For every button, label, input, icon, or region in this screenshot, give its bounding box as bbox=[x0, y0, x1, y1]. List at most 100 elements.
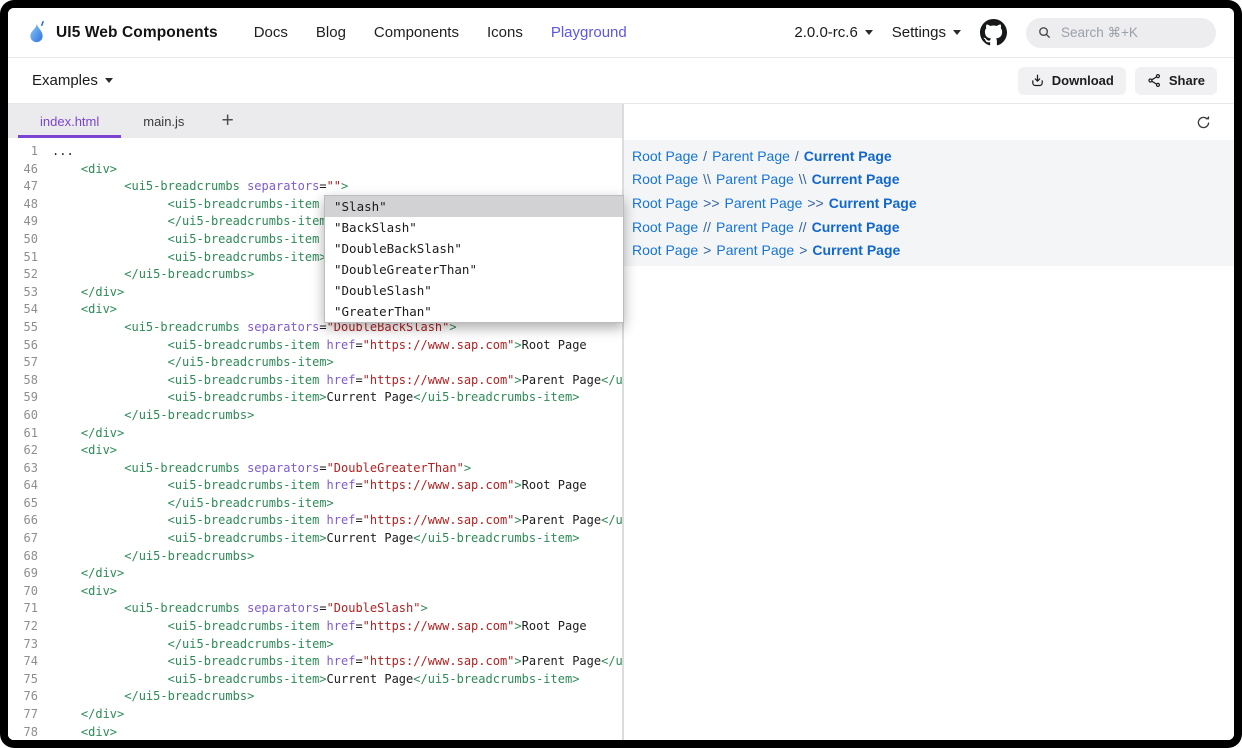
preview-header bbox=[624, 104, 1234, 140]
line-number: 60 bbox=[8, 407, 38, 425]
line-number: 65 bbox=[8, 495, 38, 513]
line-content: <ui5-breadcrumbs-item href="https://www.… bbox=[52, 372, 622, 390]
line-content: <ui5-breadcrumbs-item>Current Page</ui5-… bbox=[52, 671, 622, 689]
autocomplete-item[interactable]: "DoubleGreaterThan" bbox=[325, 259, 623, 280]
breadcrumb-current: Current Page bbox=[812, 242, 900, 258]
autocomplete-item[interactable]: "Slash" bbox=[325, 196, 623, 217]
breadcrumb-link[interactable]: Root Page bbox=[632, 219, 698, 235]
line-number: 50 bbox=[8, 231, 38, 249]
tab-main.js[interactable]: main.js bbox=[121, 104, 206, 138]
breadcrumb-link[interactable]: Root Page bbox=[632, 171, 698, 187]
search-box[interactable] bbox=[1026, 18, 1216, 48]
ui5-flame-logo-icon bbox=[26, 20, 47, 46]
line-content: <ui5-breadcrumbs separators="DoubleSlash… bbox=[52, 600, 622, 618]
breadcrumb-link[interactable]: Parent Page bbox=[716, 219, 794, 235]
brand[interactable]: UI5 Web Components bbox=[26, 20, 218, 46]
editor-tab-bar: index.htmlmain.js+ bbox=[8, 104, 622, 138]
breadcrumb-separator: > bbox=[799, 242, 807, 258]
download-button[interactable]: Download bbox=[1018, 67, 1126, 95]
examples-toolbar: Examples Download bbox=[8, 58, 1234, 104]
line-number: 54 bbox=[8, 301, 38, 319]
code-line: 63 <ui5-breadcrumbs separators="DoubleGr… bbox=[8, 460, 622, 478]
line-number: 58 bbox=[8, 372, 38, 390]
share-button[interactable]: Share bbox=[1135, 67, 1217, 95]
line-number: 62 bbox=[8, 442, 38, 460]
add-tab-button[interactable]: + bbox=[206, 104, 248, 138]
breadcrumb-separator: > bbox=[703, 242, 711, 258]
code-line: 78 <div> bbox=[8, 724, 622, 740]
refresh-button[interactable] bbox=[1193, 112, 1214, 133]
code-line: 75 <ui5-breadcrumbs-item>Current Page</u… bbox=[8, 671, 622, 689]
breadcrumb-row: Root Page//Parent Page//Current Page bbox=[632, 215, 1234, 239]
tab-index.html[interactable]: index.html bbox=[18, 104, 121, 138]
settings-dropdown[interactable]: Settings bbox=[892, 24, 961, 41]
line-number: 72 bbox=[8, 618, 38, 636]
breadcrumb-link[interactable]: Root Page bbox=[632, 195, 698, 211]
nav-link-docs[interactable]: Docs bbox=[254, 24, 288, 41]
code-line: 69 </div> bbox=[8, 565, 622, 583]
line-number: 66 bbox=[8, 512, 38, 530]
line-number: 49 bbox=[8, 213, 38, 231]
code-line: 67 <ui5-breadcrumbs-item>Current Page</u… bbox=[8, 530, 622, 548]
breadcrumb-link[interactable]: Root Page bbox=[632, 148, 698, 164]
brand-title: UI5 Web Components bbox=[56, 24, 218, 42]
code-line: 47 <ui5-breadcrumbs separators=""> bbox=[8, 178, 622, 196]
line-content: ... bbox=[52, 143, 622, 161]
line-content: <div> bbox=[52, 583, 622, 601]
code-line: 66 <ui5-breadcrumbs-item href="https://w… bbox=[8, 512, 622, 530]
breadcrumb-link[interactable]: Parent Page bbox=[716, 171, 794, 187]
breadcrumb-link[interactable]: Parent Page bbox=[712, 148, 790, 164]
code-line: 61 </div> bbox=[8, 425, 622, 443]
breadcrumb-current: Current Page bbox=[812, 171, 900, 187]
line-content: <ui5-breadcrumbs separators=""> bbox=[52, 178, 622, 196]
nav-link-components[interactable]: Components bbox=[374, 24, 459, 41]
breadcrumb-separator: \\ bbox=[703, 171, 711, 187]
line-number: 63 bbox=[8, 460, 38, 478]
line-content: </ui5-breadcrumbs-item> bbox=[52, 636, 622, 654]
code-line: 72 <ui5-breadcrumbs-item href="https://w… bbox=[8, 618, 622, 636]
line-number: 52 bbox=[8, 266, 38, 284]
split-view: index.htmlmain.js+ 1...46 <div>47 <ui5-b… bbox=[8, 104, 1234, 740]
code-line: 74 <ui5-breadcrumbs-item href="https://w… bbox=[8, 653, 622, 671]
toolbar-actions: Download Share bbox=[1018, 67, 1217, 95]
version-dropdown[interactable]: 2.0.0-rc.6 bbox=[794, 24, 872, 41]
examples-dropdown[interactable]: Examples bbox=[32, 72, 113, 89]
autocomplete-item[interactable]: "DoubleBackSlash" bbox=[325, 238, 623, 259]
breadcrumb-row: Root Page/Parent Page/Current Page bbox=[632, 144, 1234, 168]
nav-link-icons[interactable]: Icons bbox=[487, 24, 523, 41]
line-number: 74 bbox=[8, 653, 38, 671]
line-content: <ui5-breadcrumbs-item href="https://www.… bbox=[52, 477, 622, 495]
line-number: 78 bbox=[8, 724, 38, 740]
line-content: </ui5-breadcrumbs-item> bbox=[52, 354, 622, 372]
autocomplete-item[interactable]: "DoubleSlash" bbox=[325, 280, 623, 301]
line-number: 68 bbox=[8, 548, 38, 566]
code-line: 60 </ui5-breadcrumbs> bbox=[8, 407, 622, 425]
autocomplete-item[interactable]: "BackSlash" bbox=[325, 217, 623, 238]
download-icon bbox=[1030, 73, 1045, 88]
header-actions: 2.0.0-rc.6 Settings bbox=[794, 18, 1216, 48]
window-shell: UI5 Web Components Docs Blog Components Ico… bbox=[0, 0, 1242, 748]
code-line: 77 </div> bbox=[8, 706, 622, 724]
github-link[interactable] bbox=[980, 19, 1007, 46]
search-input[interactable] bbox=[1059, 24, 1205, 41]
breadcrumb-separator: // bbox=[703, 219, 711, 235]
code-line: 73 </ui5-breadcrumbs-item> bbox=[8, 636, 622, 654]
nav-link-blog[interactable]: Blog bbox=[316, 24, 346, 41]
line-number: 53 bbox=[8, 284, 38, 302]
line-content: <ui5-breadcrumbs-item>Current Page</ui5-… bbox=[52, 389, 622, 407]
nav-link-playground[interactable]: Playground bbox=[551, 24, 627, 41]
breadcrumb-link[interactable]: Parent Page bbox=[716, 242, 794, 258]
github-icon bbox=[980, 19, 1007, 46]
breadcrumb-row: Root Page\\Parent Page\\Current Page bbox=[632, 168, 1234, 192]
code-line: 70 <div> bbox=[8, 583, 622, 601]
line-number: 47 bbox=[8, 178, 38, 196]
line-number: 55 bbox=[8, 319, 38, 337]
breadcrumb-separator: // bbox=[799, 219, 807, 235]
breadcrumb-separator: >> bbox=[807, 195, 823, 211]
breadcrumb-link[interactable]: Root Page bbox=[632, 242, 698, 258]
autocomplete-item[interactable]: "GreaterThan" bbox=[325, 301, 623, 322]
line-number: 64 bbox=[8, 477, 38, 495]
line-content: </div> bbox=[52, 425, 622, 443]
breadcrumb-link[interactable]: Parent Page bbox=[725, 195, 803, 211]
code-line: 46 <div> bbox=[8, 161, 622, 179]
